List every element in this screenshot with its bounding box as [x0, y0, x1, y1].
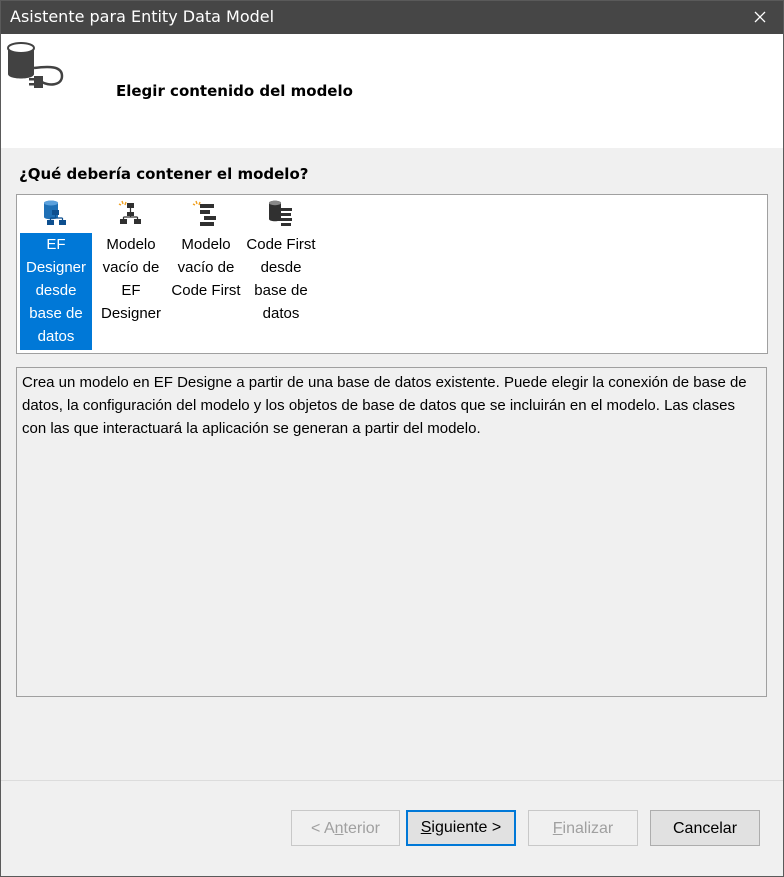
database-designer-icon: [44, 200, 66, 225]
question-label: ¿Qué debería contener el modelo?: [19, 165, 309, 183]
model-content-list[interactable]: EF Designer desde base de datos Modelo v…: [16, 194, 768, 354]
next-button[interactable]: Siguiente >: [406, 810, 516, 846]
empty-ef-designer-icon: [118, 200, 141, 224]
empty-code-first-icon: [192, 200, 216, 226]
close-icon[interactable]: [737, 1, 783, 34]
list-item-code-first-from-database[interactable]: Code First desde base de datos: [245, 195, 317, 351]
database-plug-icon: [7, 42, 64, 88]
window-title: Asistente para Entity Data Model: [10, 7, 275, 26]
wizard-window: Asistente para Entity Data Model Elegir …: [0, 0, 784, 877]
footer-separator: [1, 780, 783, 781]
cancel-button[interactable]: Cancelar: [650, 810, 760, 846]
page-title: Elegir contenido del modelo: [116, 82, 353, 100]
list-item-empty-code-first[interactable]: Modelo vacío de Code First: [170, 195, 242, 351]
back-button[interactable]: < Anterior: [291, 810, 400, 846]
list-item-label: Code First desde base de datos: [246, 236, 316, 322]
list-item-label: EF Designer desde base de datos: [20, 233, 92, 350]
list-item-label: Modelo vacío de EF Designer: [100, 236, 162, 322]
code-first-from-database-icon: [269, 200, 292, 226]
wizard-header: Elegir contenido del modelo: [1, 34, 783, 148]
finish-button[interactable]: Finalizar: [528, 810, 638, 846]
title-bar[interactable]: Asistente para Entity Data Model: [1, 1, 783, 34]
list-item-empty-ef-designer[interactable]: Modelo vacío de EF Designer: [95, 195, 167, 351]
list-item-label: Modelo vacío de Code First: [171, 236, 241, 299]
list-item-ef-designer-from-database[interactable]: EF Designer desde base de datos: [20, 195, 92, 351]
description-text: Crea un modelo en EF Designe a partir de…: [16, 367, 767, 697]
